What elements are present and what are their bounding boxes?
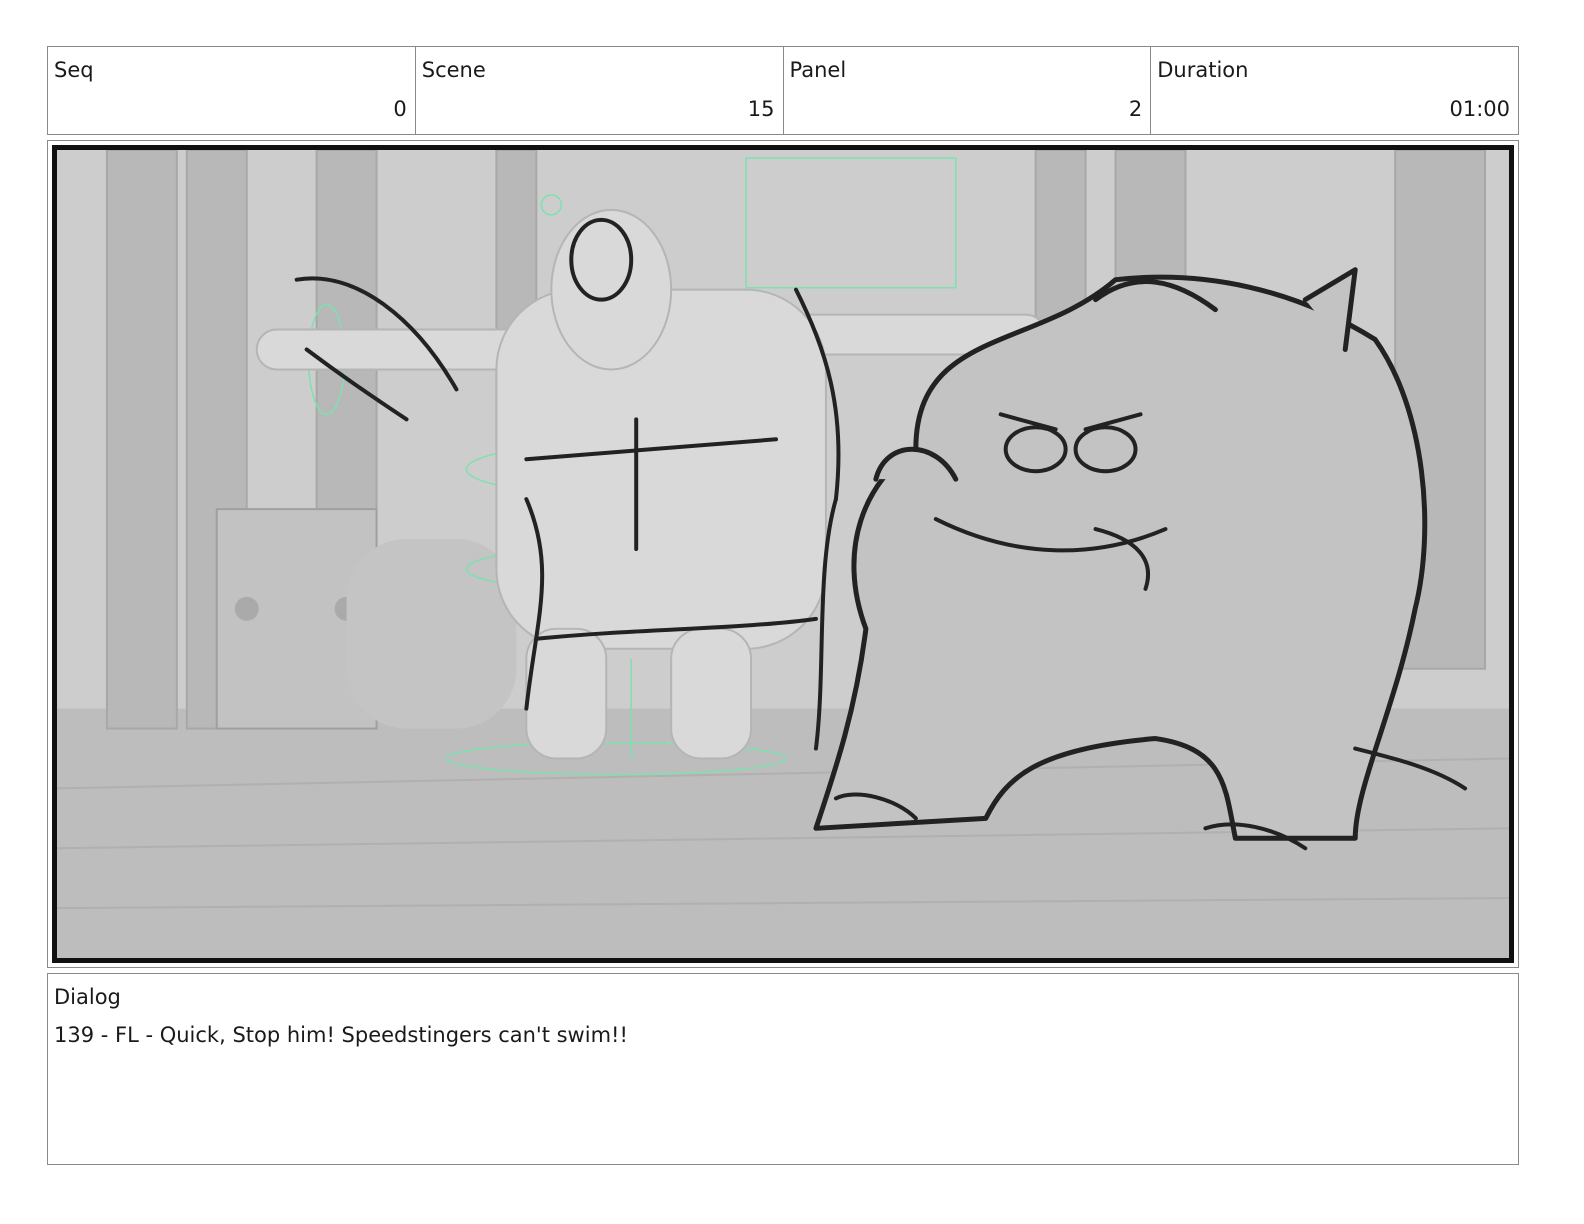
storyboard-sketch [57, 150, 1509, 958]
panel-label: Panel [789, 58, 847, 82]
dialog-text: 139 - FL - Quick, Stop him! Speedstinger… [54, 1023, 628, 1047]
scene-value: 15 [747, 97, 775, 121]
seq-value: 0 [393, 97, 407, 121]
scene-cell: Scene 15 [416, 47, 784, 134]
dialog-box: Dialog 139 - FL - Quick, Stop him! Speed… [47, 973, 1519, 1165]
duration-value: 01:00 [1449, 97, 1510, 121]
panel-value: 2 [1128, 97, 1143, 121]
seq-cell: Seq 0 [48, 47, 416, 134]
duration-label: Duration [1157, 58, 1249, 82]
panel-frame [47, 140, 1519, 968]
panel-cell: Panel 2 [784, 47, 1152, 134]
duration-cell: Duration 01:00 [1151, 47, 1518, 134]
dialog-label: Dialog [54, 985, 121, 1009]
scene-label: Scene [421, 58, 486, 82]
seq-label: Seq [54, 58, 94, 82]
panel-image [52, 145, 1514, 963]
panel-info-header: Seq 0 Scene 15 Panel 2 Duration 01:00 [47, 46, 1519, 135]
